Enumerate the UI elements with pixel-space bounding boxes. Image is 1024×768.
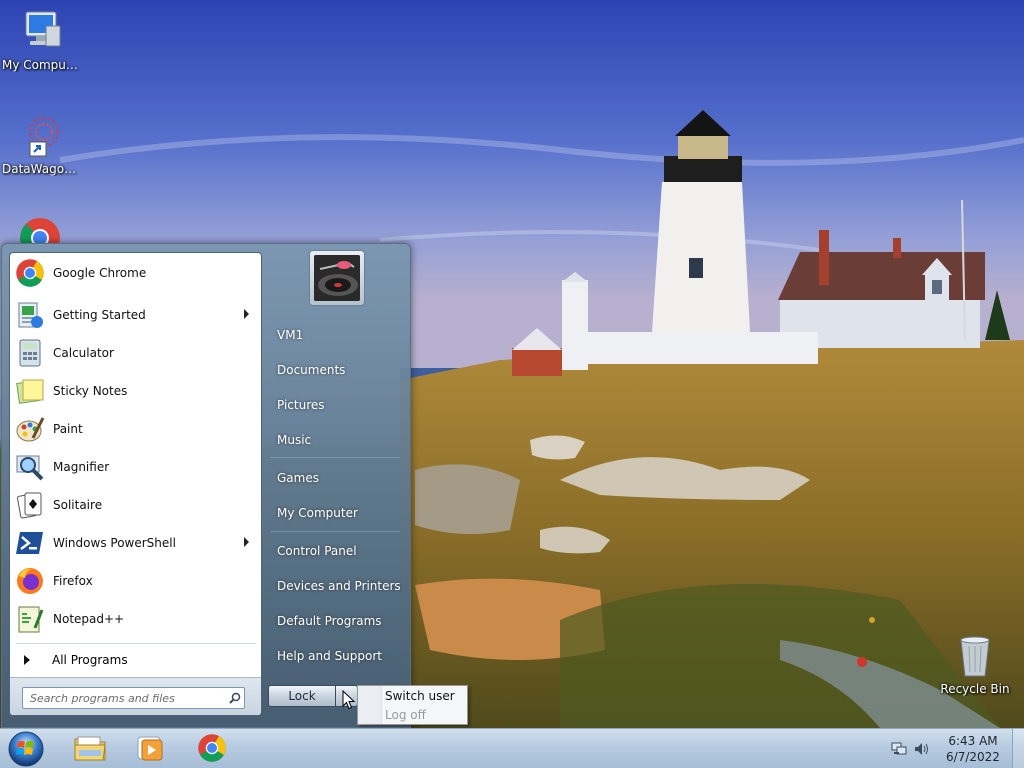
volume-icon[interactable] [914,742,930,756]
program-label: Magnifier [53,460,110,474]
user-picture[interactable] [309,250,365,306]
start-program-google-chrome[interactable]: Google Chrome [14,255,259,291]
start-right-games[interactable]: Games [264,463,404,493]
log-off-menu-item: Log off [385,708,426,722]
windows-orb-icon [8,731,44,767]
paint-icon [14,413,46,445]
start-right-pictures[interactable]: Pictures [264,390,404,420]
start-right-my-computer[interactable]: My Computer [264,498,404,528]
program-label: Calculator [53,346,114,360]
taskbar-explorer-button[interactable] [62,732,118,766]
program-label: Sticky Notes [53,384,128,398]
desktop-icon-chrome[interactable] [0,214,80,244]
search-icon[interactable] [229,692,241,704]
submenu-arrow-icon [244,309,249,319]
programs-separator [16,643,256,644]
all-programs-arrow-icon [24,655,30,665]
start-program-notepadpp[interactable]: Notepad++ [14,601,259,637]
media-player-icon [135,733,165,766]
firefox-icon [14,565,46,597]
search-input[interactable] [22,687,245,709]
start-right-documents[interactable]: Documents [264,355,404,385]
start-right-help-support[interactable]: Help and Support [264,641,404,671]
submenu-arrow-icon [244,537,249,547]
start-program-firefox[interactable]: Firefox [14,563,259,599]
start-program-paint[interactable]: Paint [14,411,259,447]
start-menu-programs-pane: Google Chrome Getting Started Calculator… [9,252,262,716]
chrome-icon [16,214,64,244]
desktop-icon-datawagon[interactable]: DataWagon... [0,112,80,176]
explorer-icon [73,733,107,766]
lock-button[interactable]: Lock [268,685,336,707]
powershell-icon [14,527,46,559]
user-avatar-icon [314,255,360,301]
start-program-getting-started[interactable]: Getting Started [14,297,259,333]
start-button[interactable] [5,730,47,768]
start-program-windows-powershell[interactable]: Windows PowerShell [14,525,259,561]
start-right-vm1[interactable]: VM1 [264,320,404,350]
start-right-default-programs[interactable]: Default Programs [264,606,404,636]
start-menu: Google Chrome Getting Started Calculator… [1,243,411,728]
taskbar-clock[interactable]: 6:43 AM 6/7/2022 [940,733,1006,765]
recycle-bin-icon [951,632,999,680]
program-label: Paint [53,422,83,436]
start-program-calculator[interactable]: Calculator [14,335,259,371]
notepadpp-icon [14,603,46,635]
taskbar-chrome-button[interactable] [184,732,240,766]
all-programs-button[interactable]: All Programs [14,649,259,671]
program-label: Solitaire [53,498,103,512]
all-programs-label: All Programs [52,653,128,667]
desktop-icon-label: My Computer [2,58,80,72]
show-desktop-button[interactable] [1012,729,1024,768]
power-options-menu: Switch user Log off [357,685,468,725]
program-label: Notepad++ [53,612,125,626]
start-program-solitaire[interactable]: Solitaire [14,487,259,523]
getting-started-icon [14,299,46,331]
datawagon-shortcut-icon [16,112,64,160]
desktop-icon-recycle-bin[interactable]: Recycle Bin [935,632,1015,696]
start-program-magnifier[interactable]: Magnifier [14,449,259,485]
taskbar: 6:43 AM 6/7/2022 [0,728,1024,768]
right-separator [270,457,400,458]
taskbar-media-player-button[interactable] [122,732,178,766]
desktop-icon-label: Recycle Bin [940,682,1010,696]
magnifier-icon [14,451,46,483]
solitaire-icon [14,489,46,521]
start-program-sticky-notes[interactable]: Sticky Notes [14,373,259,409]
right-separator [270,531,400,532]
mouse-cursor-icon [342,689,356,710]
computer-icon [16,8,64,56]
sticky-notes-icon [14,375,46,407]
clock-date: 6/7/2022 [946,750,1000,764]
chrome-icon [197,733,227,766]
program-label: Firefox [53,574,93,588]
program-label: Windows PowerShell [53,536,176,550]
desktop-icon-label: DataWagon... [2,162,80,176]
start-right-devices-printers[interactable]: Devices and Printers [264,571,404,601]
start-right-music[interactable]: Music [264,425,404,455]
clock-time: 6:43 AM [948,734,998,748]
network-icon[interactable] [891,742,907,756]
switch-user-menu-item[interactable]: Switch user [385,687,455,705]
desktop-icon-my-computer[interactable]: My Computer [0,8,80,72]
search-area [10,677,261,715]
menu-icon-strip [358,686,382,724]
calculator-icon [14,337,46,369]
program-label: Google Chrome [53,266,147,280]
program-label: Getting Started [53,308,146,322]
chrome-icon [14,257,46,289]
start-right-control-panel[interactable]: Control Panel [264,536,404,566]
